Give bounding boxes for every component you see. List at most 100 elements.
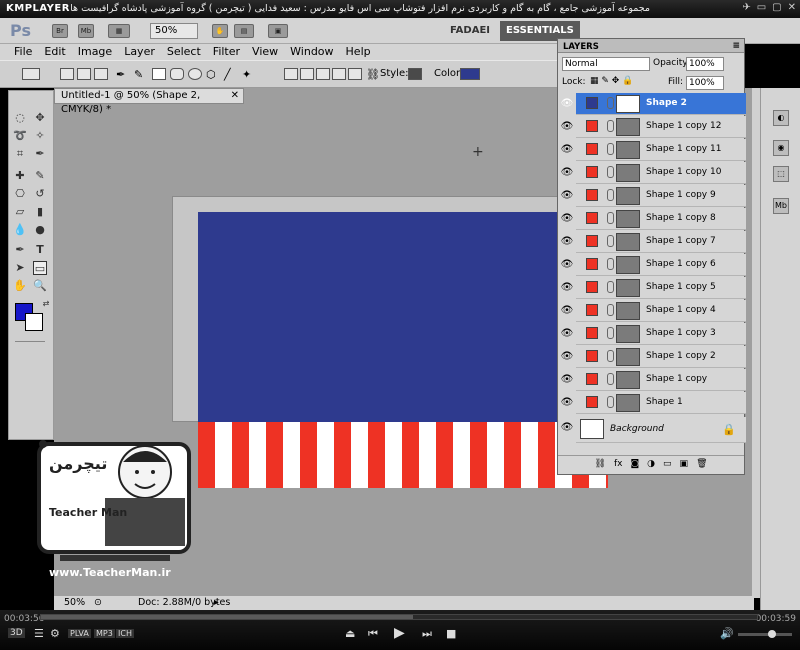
exclude-shape-icon[interactable] [348,68,362,80]
move-tool-icon[interactable]: ✥ [33,111,47,125]
bridge-button[interactable]: Br [52,24,68,38]
document-tab[interactable]: Untitled-1 @ 50% (Shape 2, CMYK/8) * ✕ [54,88,244,115]
menu-select[interactable]: Select [161,44,207,60]
new-layer-icon[interactable]: ▣ [680,459,689,473]
layer-row[interactable]: 👁 Shape 1 copy 7 [561,231,746,253]
subtract-shape-icon[interactable] [316,68,330,80]
visibility-eye-icon[interactable]: 👁 [560,323,574,345]
layer-row[interactable]: 👁 Shape 1 [561,392,746,414]
vector-mask-thumbnail[interactable] [616,164,640,182]
vector-mask-thumbnail[interactable] [616,95,640,113]
zoom-tool-icon[interactable]: 🔍 [33,279,47,293]
blur-tool-icon[interactable]: 💧 [13,223,27,237]
layer-color-swatch[interactable] [586,350,598,362]
rounded-rectangle-icon[interactable] [170,68,184,80]
layer-color-swatch[interactable] [586,396,598,408]
vector-mask-thumbnail[interactable] [616,141,640,159]
visibility-eye-icon[interactable]: 👁 [560,369,574,391]
layer-row[interactable]: 👁 Shape 1 copy [561,369,746,391]
crop-tool-icon[interactable]: ⌗ [13,147,27,161]
play-icon[interactable]: ▶ [394,625,405,641]
arrange-documents-icon[interactable]: ▤ [234,24,254,38]
layer-row[interactable]: 👁 Shape 2 [561,93,746,115]
layer-row[interactable]: 👁 Shape 1 copy 2 [561,346,746,368]
visibility-eye-icon[interactable]: 👁 [560,346,574,368]
layer-row[interactable]: 👁 Shape 1 copy 4 [561,300,746,322]
panel-menu-icon[interactable]: ≡ [727,39,740,53]
previous-icon[interactable]: ⏮ [368,627,378,641]
vector-mask-thumbnail[interactable] [616,371,640,389]
layer-color-swatch[interactable] [586,143,598,155]
pin-icon[interactable]: ✈ [742,2,750,13]
link-icon[interactable]: ⛓ [366,68,380,81]
visibility-eye-icon[interactable]: 👁 [560,185,574,207]
volume-knob[interactable] [768,630,776,638]
pen-tool-icon[interactable]: ✒ [116,68,130,81]
volume-icon[interactable]: 🔊 [720,627,734,640]
style-picker[interactable] [408,68,422,80]
eject-icon[interactable]: ⏏ [345,627,355,640]
layer-color-swatch[interactable] [586,373,598,385]
minibridge-panel-icon[interactable]: Mb [773,198,789,214]
vector-mask-thumbnail[interactable] [616,187,640,205]
layer-row[interactable]: 👁 Shape 1 copy 8 [561,208,746,230]
fill-input[interactable]: 100% [686,76,724,90]
polygon-icon[interactable]: ⬡ [206,68,220,81]
layer-row[interactable]: 👁 Shape 1 copy 6 [561,254,746,276]
vector-mask-thumbnail[interactable] [616,348,640,366]
add-mask-icon[interactable]: ◙ [630,459,639,473]
clone-stamp-icon[interactable]: ⎔ [13,187,27,201]
vector-mask-thumbnail[interactable] [616,394,640,412]
close-icon[interactable]: ✕ [788,2,796,13]
shape-2-canton[interactable] [198,212,558,422]
vertical-scrollbar[interactable] [752,88,760,598]
layer-row[interactable]: 👁 Shape 1 copy 5 [561,277,746,299]
masks-icon[interactable]: ⬚ [773,166,789,182]
menu-help[interactable]: Help [340,44,377,60]
layer-color-swatch[interactable] [586,235,598,247]
close-tab-icon[interactable]: ✕ [231,89,239,103]
gradient-icon[interactable]: ▮ [33,205,47,219]
vector-mask-thumbnail[interactable] [616,279,640,297]
tool-preset-icon[interactable] [22,68,40,80]
link-layers-icon[interactable]: ⛓ [595,459,606,473]
vector-mask-thumbnail[interactable] [616,118,640,136]
vector-mask-thumbnail[interactable] [616,302,640,320]
dodge-tool-icon[interactable]: ● [33,223,47,237]
badge-plva[interactable]: PLVA [68,629,91,638]
badge-3d[interactable]: 3D [8,628,25,638]
lasso-tool-icon[interactable]: ➰ [13,129,27,143]
playlist-icon[interactable]: ☰ [34,627,44,640]
screen-mode-icon[interactable]: ▣ [268,24,288,38]
add-shape-icon[interactable] [300,68,314,80]
layer-color-swatch[interactable] [586,281,598,293]
badge-ich[interactable]: ICH [116,629,134,638]
workspace-fadaei[interactable]: FADAEI [444,21,496,41]
marquee-tool-icon[interactable]: ◌ [13,111,27,125]
visibility-eye-icon[interactable]: 👁 [560,392,574,414]
lock-icons[interactable]: ▦ ✎ ✥ 🔒 [590,76,633,86]
line-icon[interactable]: ╱ [224,68,238,81]
menu-image[interactable]: Image [72,44,118,60]
vector-mask-thumbnail[interactable] [616,210,640,228]
intersect-shape-icon[interactable] [332,68,346,80]
layer-row[interactable]: 👁 Shape 1 copy 11 [561,139,746,161]
zoom-level-select[interactable]: 50% [150,23,198,39]
hand-tool-icon[interactable]: ✋ [13,279,27,293]
volume-slider[interactable] [738,630,792,638]
brush-tool-icon[interactable]: ✎ [33,169,47,183]
menu-file[interactable]: File [8,44,38,60]
stop-icon[interactable]: ■ [446,627,456,640]
swap-colors-icon[interactable]: ⇄ [39,297,53,311]
settings-gear-icon[interactable]: ⚙ [50,627,60,640]
layer-color-swatch[interactable] [586,120,598,132]
menu-layer[interactable]: Layer [118,44,161,60]
shape-1-stripes[interactable] [198,422,608,488]
layer-color-swatch[interactable] [586,189,598,201]
history-brush-icon[interactable]: ↺ [33,187,47,201]
blend-mode-select[interactable]: Normal [562,57,650,71]
visibility-eye-icon[interactable]: 👁 [560,300,574,322]
menu-filter[interactable]: Filter [207,44,246,60]
seek-bar[interactable] [40,614,758,620]
visibility-eye-icon[interactable]: 👁 [560,139,574,161]
